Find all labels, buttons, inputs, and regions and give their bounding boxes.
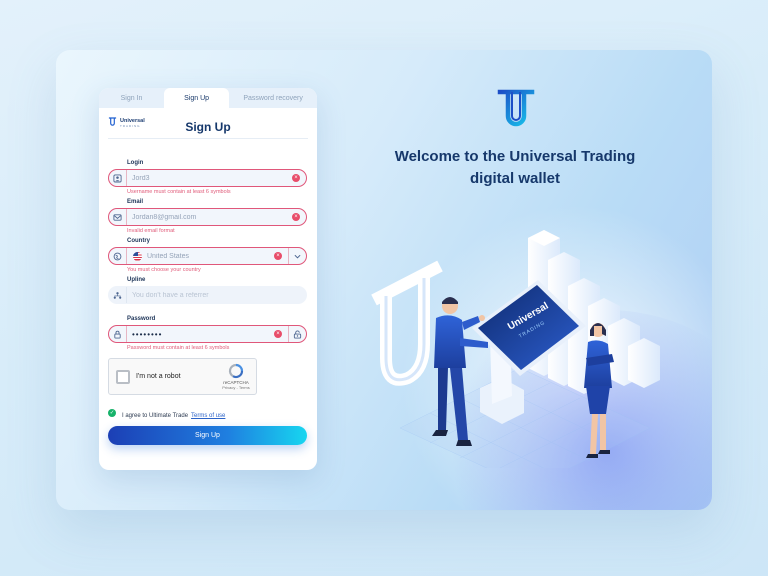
form-title: Sign Up	[185, 120, 231, 134]
login-error: Username must contain at least 6 symbols	[127, 189, 231, 195]
welcome-line-1: Welcome to the Universal Trading	[394, 148, 636, 165]
email-value: Jordan8@gmail.com	[132, 213, 197, 221]
login-input[interactable]: Jord3 ×	[108, 169, 307, 187]
tab-sign-in[interactable]: Sign In	[99, 88, 164, 108]
3d-u-letter	[371, 260, 443, 386]
floor-grid	[399, 367, 651, 468]
panel-header: Universal TRADING Sign Up	[99, 108, 317, 140]
country-label: Country	[127, 238, 150, 244]
check-icon[interactable]: ✓	[108, 409, 116, 417]
user-icon	[109, 170, 127, 186]
welcome-heading: Welcome to the Universal Trading digital…	[360, 146, 670, 190]
welcome-line-2: digital wallet	[469, 170, 560, 187]
globe-icon	[109, 248, 127, 264]
recaptcha-label: I'm not a robot	[136, 373, 181, 380]
chevron-down-icon[interactable]	[288, 248, 306, 264]
upline-placeholder: You don't have a referrer	[132, 291, 209, 299]
signup-panel: Sign In Sign Up Password recovery Univer…	[99, 88, 317, 470]
country-field: Country United States × You must choose …	[108, 238, 307, 275]
recaptcha-links[interactable]: Privacy - Terms	[222, 385, 249, 390]
clear-icon[interactable]: ×	[274, 330, 282, 338]
country-error: You must choose your country	[127, 267, 201, 273]
clear-icon[interactable]: ×	[292, 174, 300, 182]
country-select[interactable]: United States ×	[108, 247, 307, 265]
mail-icon	[109, 209, 127, 225]
network-icon	[109, 287, 127, 303]
tab-sign-up[interactable]: Sign Up	[164, 88, 230, 108]
clear-icon[interactable]: ×	[292, 213, 300, 221]
recaptcha-checkbox[interactable]	[116, 369, 130, 384]
email-error: Invalid email format	[127, 228, 175, 234]
recaptcha-brand: reCAPTCHA Privacy - Terms	[216, 363, 256, 390]
email-input[interactable]: Jordan8@gmail.com ×	[108, 208, 307, 226]
key-lock-icon[interactable]	[288, 326, 306, 342]
terms-link[interactable]: Terms of use	[191, 413, 225, 419]
country-value: United States	[147, 252, 190, 260]
hero-illustration: Universal TRADING	[371, 230, 660, 468]
password-field: Password •••••••• × Password must contai…	[108, 316, 307, 353]
auth-tabs: Sign In Sign Up Password recovery	[99, 88, 317, 108]
password-value: ••••••••	[132, 329, 163, 339]
us-flag-icon	[133, 251, 142, 261]
login-value: Jord3	[132, 174, 150, 182]
password-label: Password	[127, 316, 156, 322]
upline-label: Upline	[127, 277, 146, 283]
email-field: Email Jordan8@gmail.com × Invalid email …	[108, 199, 307, 236]
login-field: Login Jord3 × Username must contain at l…	[108, 160, 307, 197]
recaptcha-icon	[228, 363, 244, 379]
email-label: Email	[127, 199, 144, 205]
login-label: Login	[127, 160, 144, 166]
recaptcha-box: I'm not a robot reCAPTCHA Privacy - Term…	[108, 358, 257, 395]
password-input[interactable]: •••••••• ×	[108, 325, 307, 343]
sign-up-button[interactable]: Sign Up	[108, 426, 307, 445]
upline-field: Upline You don't have a referrer	[108, 277, 307, 304]
password-error: Password must contain at least 6 symbols	[127, 345, 230, 351]
terms-agreement: ✓ I agree to Ultimate Trade Terms of use	[108, 404, 225, 422]
tab-password-recovery[interactable]: Password recovery	[229, 88, 317, 108]
universal-trading-logo-icon	[497, 89, 535, 127]
clear-icon[interactable]: ×	[274, 252, 282, 260]
lock-icon	[109, 326, 127, 342]
upline-input[interactable]: You don't have a referrer	[108, 286, 307, 304]
terms-text: I agree to Ultimate Trade	[122, 413, 189, 419]
divider	[108, 138, 308, 139]
